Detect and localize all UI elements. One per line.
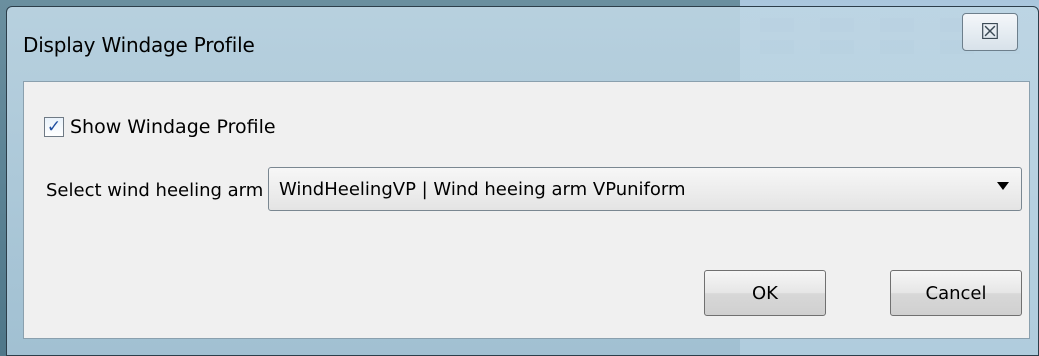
show-windage-profile-label[interactable]: Show Windage Profile <box>70 116 276 138</box>
chevron-down-icon[interactable] <box>997 182 1009 190</box>
wind-heeling-arm-label: Select wind heeling arm <box>46 180 264 201</box>
show-windage-profile-checkbox[interactable]: ✓ <box>44 117 64 137</box>
checkmark-icon: ✓ <box>46 116 62 137</box>
title-bar[interactable]: Display Windage Profile ☒ <box>7 7 1038 79</box>
dialog-content: ✓ Show Windage Profile Select wind heeli… <box>23 81 1030 339</box>
show-windage-profile-row[interactable]: ✓ Show Windage Profile <box>44 116 276 138</box>
cancel-button[interactable]: Cancel <box>890 270 1022 316</box>
wind-heeling-arm-select[interactable]: WindHeelingVP | Wind heeing arm VPunifor… <box>268 167 1022 211</box>
dialog-title: Display Windage Profile <box>23 33 255 57</box>
ok-button[interactable]: OK <box>704 270 826 316</box>
wind-heeling-arm-value: WindHeelingVP | Wind heeing arm VPunifor… <box>279 179 686 200</box>
close-button[interactable]: ☒ <box>962 13 1018 51</box>
dialog-window: Display Windage Profile ☒ ✓ Show Windage… <box>6 6 1039 356</box>
close-icon: ☒ <box>980 19 1000 45</box>
